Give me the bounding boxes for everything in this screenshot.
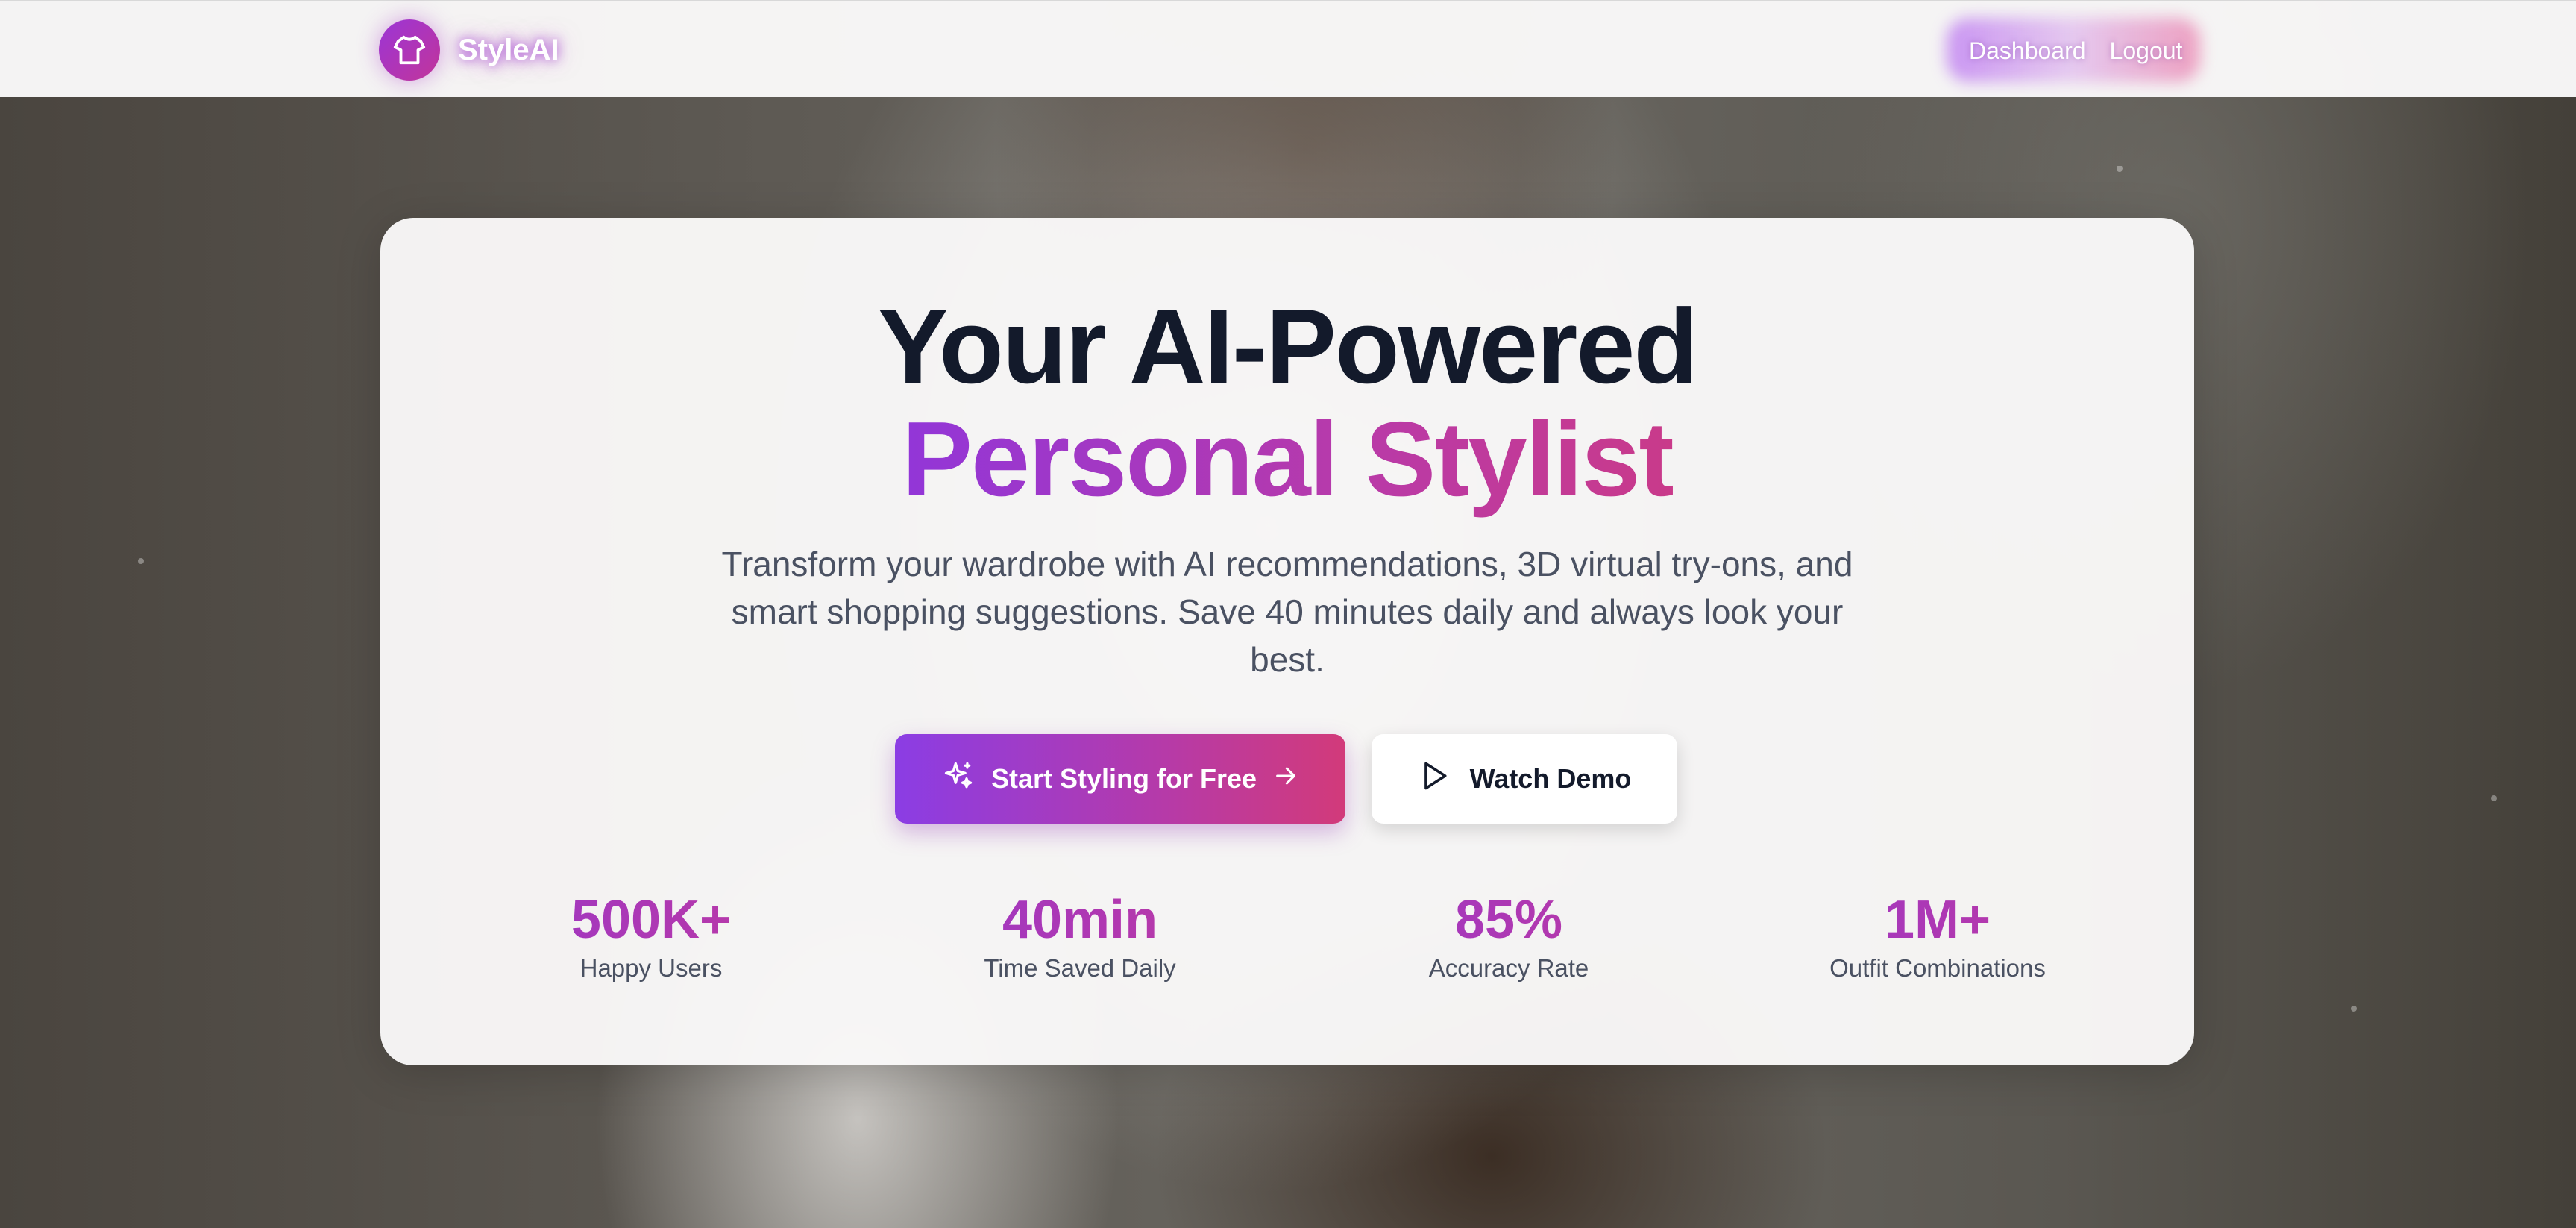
hero-title-highlight: Personal Stylist bbox=[902, 400, 1674, 519]
hero-card: Your AI-Powered Personal Stylist Transfo… bbox=[380, 218, 2194, 1065]
stat-label: Outfit Combinations bbox=[1829, 954, 2046, 982]
nav-link-dashboard[interactable]: Dashboard bbox=[1969, 37, 2086, 65]
hero-subtitle: Transform your wardrobe with AI recommen… bbox=[721, 545, 1853, 679]
stat-label: Happy Users bbox=[579, 954, 723, 982]
stat-label: Accuracy Rate bbox=[1428, 954, 1589, 982]
play-icon bbox=[1418, 759, 1451, 799]
stat-happy-users: 500K+ Happy Users bbox=[465, 893, 838, 983]
start-styling-label: Start Styling for Free bbox=[990, 763, 1257, 794]
background-sparkle bbox=[2491, 795, 2497, 801]
brand-name: StyleAI bbox=[458, 33, 559, 66]
start-styling-button[interactable]: Start Styling for Free bbox=[895, 734, 1345, 824]
nav-links: Dashboard Logout bbox=[1969, 31, 2182, 70]
arrow-right-icon bbox=[1273, 763, 1298, 795]
sparkles-icon bbox=[942, 759, 975, 799]
shirt-icon bbox=[379, 19, 440, 81]
stat-outfits: 1M+ Outfit Combinations bbox=[1751, 893, 2124, 983]
brand[interactable]: StyleAI bbox=[379, 19, 559, 81]
stat-label: Time Saved Daily bbox=[984, 954, 1176, 982]
hero-title-line2: Personal Stylist bbox=[380, 401, 2194, 518]
watch-demo-button[interactable]: Watch Demo bbox=[1372, 734, 1677, 824]
hero-title-line1: Your AI-Powered bbox=[877, 287, 1698, 406]
stat-value: 85% bbox=[1322, 893, 1695, 947]
stat-value: 40min bbox=[893, 893, 1266, 947]
stat-value: 500K+ bbox=[465, 893, 838, 947]
stat-value: 1M+ bbox=[1751, 893, 2124, 947]
background-sparkle bbox=[2351, 1006, 2357, 1012]
background-sparkle bbox=[2117, 166, 2123, 172]
watch-demo-label: Watch Demo bbox=[1469, 763, 1632, 794]
stat-accuracy: 85% Accuracy Rate bbox=[1322, 893, 1695, 983]
background-sparkle bbox=[138, 558, 144, 564]
stat-time-saved: 40min Time Saved Daily bbox=[893, 893, 1266, 983]
nav-link-logout[interactable]: Logout bbox=[2110, 37, 2183, 65]
top-navbar: StyleAI Dashboard Logout bbox=[0, 0, 2576, 97]
